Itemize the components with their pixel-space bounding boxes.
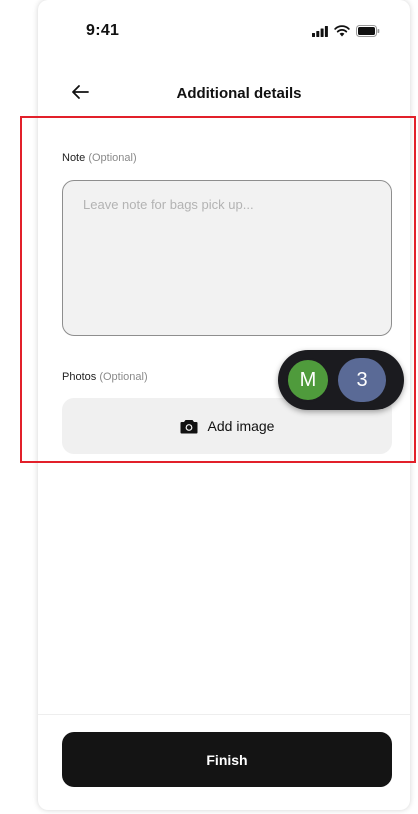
- header: Additional details: [38, 72, 410, 112]
- status-bar: 9:41: [38, 0, 410, 60]
- note-textarea[interactable]: [62, 180, 392, 336]
- note-optional-text: (Optional): [88, 152, 137, 164]
- page-title: Additional details: [176, 85, 302, 102]
- photos-label: Photos (Optional): [62, 371, 148, 383]
- user-avatar[interactable]: M: [286, 358, 330, 402]
- add-image-label: Add image: [207, 418, 275, 434]
- wifi-icon: [334, 25, 350, 37]
- battery-icon: [356, 25, 380, 37]
- camera-icon: [180, 419, 198, 433]
- status-time: 9:41: [86, 22, 120, 39]
- photos-label-text: Photos: [62, 371, 97, 383]
- status-icons: [312, 25, 380, 37]
- photos-optional-text: (Optional): [99, 371, 148, 383]
- note-label-text: Note: [62, 152, 86, 164]
- user-count-badge[interactable]: 3: [338, 358, 386, 402]
- note-label: Note (Optional): [62, 152, 137, 164]
- footer-divider: [38, 714, 410, 715]
- presence-pill[interactable]: M 3: [278, 350, 404, 410]
- signal-icon: [312, 25, 328, 37]
- finish-button[interactable]: Finish: [62, 732, 392, 787]
